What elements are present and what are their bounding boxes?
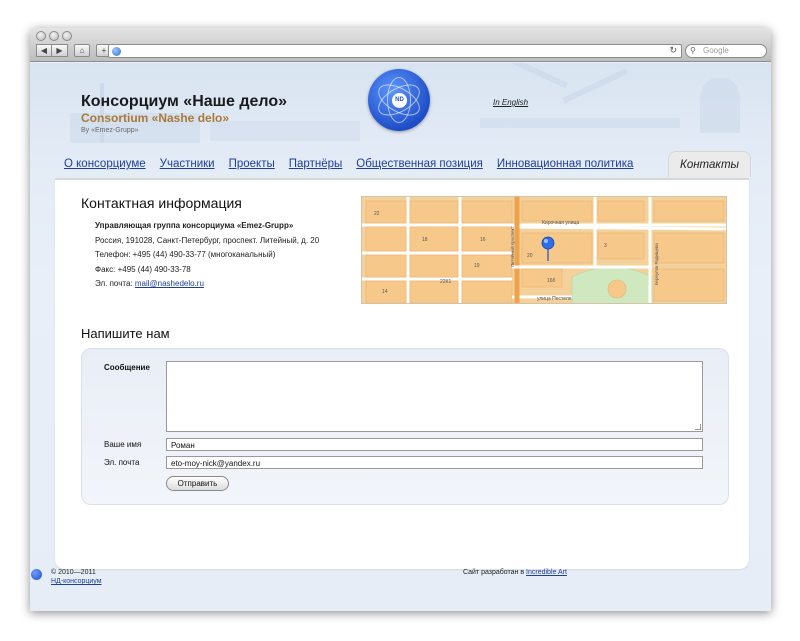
site-favicon-icon [112, 47, 121, 56]
message-label: Сообщение [104, 363, 150, 372]
window-controls [36, 31, 72, 41]
map-street-label: Кирочная улица [542, 220, 579, 226]
map-house-label: 22 [374, 211, 380, 217]
site-title[interactable]: Консорциум «Наше дело» [81, 93, 287, 111]
tab-projects[interactable]: Проекты [222, 151, 282, 177]
banner-statue-decoration [700, 78, 740, 133]
location-map[interactable]: Кирочная улица улица Пестеля 22 18 20 16… [361, 196, 727, 304]
email-label: Эл. почта [104, 458, 140, 467]
contact-form: Сообщение Ваше имя Роман Эл. почта eto-m… [81, 348, 729, 505]
tab-public-position[interactable]: Общественная позиция [349, 151, 490, 177]
tab-innovation-policy[interactable]: Инновационная политика [490, 151, 641, 177]
footer-org-link[interactable]: НД-консорциум [51, 578, 102, 585]
forward-arrow-icon: ▶ [56, 46, 63, 55]
message-textarea[interactable] [166, 361, 703, 432]
search-icon: ⚲ [690, 46, 696, 55]
footer-copyright: © 2010—2011 [51, 569, 96, 576]
browser-nav-buttons: ◀ ▶ ⌂ + [36, 44, 112, 57]
email-input[interactable]: eto-moy-nick@yandex.ru [166, 456, 703, 469]
site-subtitle: Consortium «Nashe delo» [81, 111, 230, 125]
contact-email-label: Эл. почта: [95, 279, 133, 288]
tab-members[interactable]: Участники [153, 151, 222, 177]
page-viewport: Консорциум «Наше дело» Consortium «Nashe… [30, 63, 771, 611]
home-icon: ⌂ [79, 46, 85, 55]
map-house-label: 14 [382, 289, 388, 295]
banner-bridge-decoration [502, 63, 568, 89]
language-switch-link[interactable]: In English [493, 98, 528, 107]
back-button[interactable]: ◀ [36, 44, 52, 57]
forward-button[interactable]: ▶ [52, 44, 68, 57]
logo-text: ND [392, 93, 407, 108]
browser-window: ◀ ▶ ⌂ + ↻ ⚲ Google Консорциум «Наше дело… [30, 28, 771, 611]
zoom-window-button[interactable] [62, 31, 72, 41]
search-input[interactable]: ⚲ Google [685, 44, 767, 58]
contact-org: Управляющая группа консорциума «Emez-Gru… [95, 221, 294, 230]
home-button[interactable]: ⌂ [74, 44, 90, 57]
contact-phone: Телефон: +495 (44) 490-33-77 (многоканал… [95, 250, 276, 259]
minimize-window-button[interactable] [49, 31, 59, 41]
map-house-label: 3 [604, 243, 607, 249]
map-house-label: 22К1 [440, 279, 451, 285]
reload-icon[interactable]: ↻ [669, 45, 677, 56]
contact-fax: Факс: +495 (44) 490-33-78 [95, 264, 191, 274]
site-byline: By «Emez-Grupp» [81, 127, 139, 134]
site-logo[interactable]: ND [368, 69, 430, 131]
footer-credit-link[interactable]: Incredible Art [526, 569, 567, 576]
map-street-label: Литейный проспект [509, 226, 515, 267]
plus-icon: + [101, 46, 107, 55]
search-placeholder: Google [703, 46, 729, 55]
map-house-label: 16б [547, 278, 556, 284]
contact-heading: Контактная информация [81, 195, 242, 211]
footer-credit-text: Сайт разработан в [463, 569, 525, 576]
tab-about[interactable]: О консорциуме [57, 151, 153, 177]
submit-button[interactable]: Отправить [166, 476, 229, 491]
tab-partners[interactable]: Партнёры [282, 151, 349, 177]
map-graphic: Кирочная улица улица Пестеля 22 18 20 16… [362, 197, 726, 303]
map-house-label: 18 [422, 237, 428, 243]
close-window-button[interactable] [36, 31, 46, 41]
resize-grip-icon[interactable] [695, 424, 701, 430]
footer-credit: Сайт разработан в Incredible Art [463, 569, 567, 576]
map-house-label: 19 [474, 263, 480, 269]
banner-bridge-decoration [562, 68, 628, 104]
contact-info: Управляющая группа консорциума «Emez-Gru… [95, 219, 319, 292]
back-arrow-icon: ◀ [40, 46, 48, 55]
contact-email-row: Эл. почта: mail@nashedelo.ru [95, 277, 319, 292]
browser-toolbar: ◀ ▶ ⌂ + ↻ ⚲ Google [30, 28, 771, 62]
main-nav: О консорциуме Участники Проекты Партнёры… [57, 149, 751, 177]
write-us-heading: Напишите нам [81, 326, 170, 341]
map-street-label: переулок Радищева [654, 243, 659, 285]
name-label: Ваше имя [104, 440, 142, 449]
banner-bridge-decoration [480, 118, 680, 128]
map-house-label: 20 [527, 253, 533, 259]
address-bar[interactable]: ↻ [108, 44, 682, 58]
map-house-label: 16 [480, 237, 486, 243]
name-input[interactable]: Роман [166, 438, 703, 451]
contact-address: Россия, 191028, Санкт-Петербург, проспек… [95, 235, 320, 245]
tab-contacts[interactable]: Контакты [668, 151, 751, 177]
content-panel: Контактная информация Управляющая группа… [55, 178, 749, 569]
footer-logo-icon [31, 569, 42, 580]
contact-email-link[interactable]: mail@nashedelo.ru [135, 279, 204, 288]
map-street-label: улица Пестеля [537, 296, 572, 302]
banner-building-decoration [210, 121, 360, 141]
